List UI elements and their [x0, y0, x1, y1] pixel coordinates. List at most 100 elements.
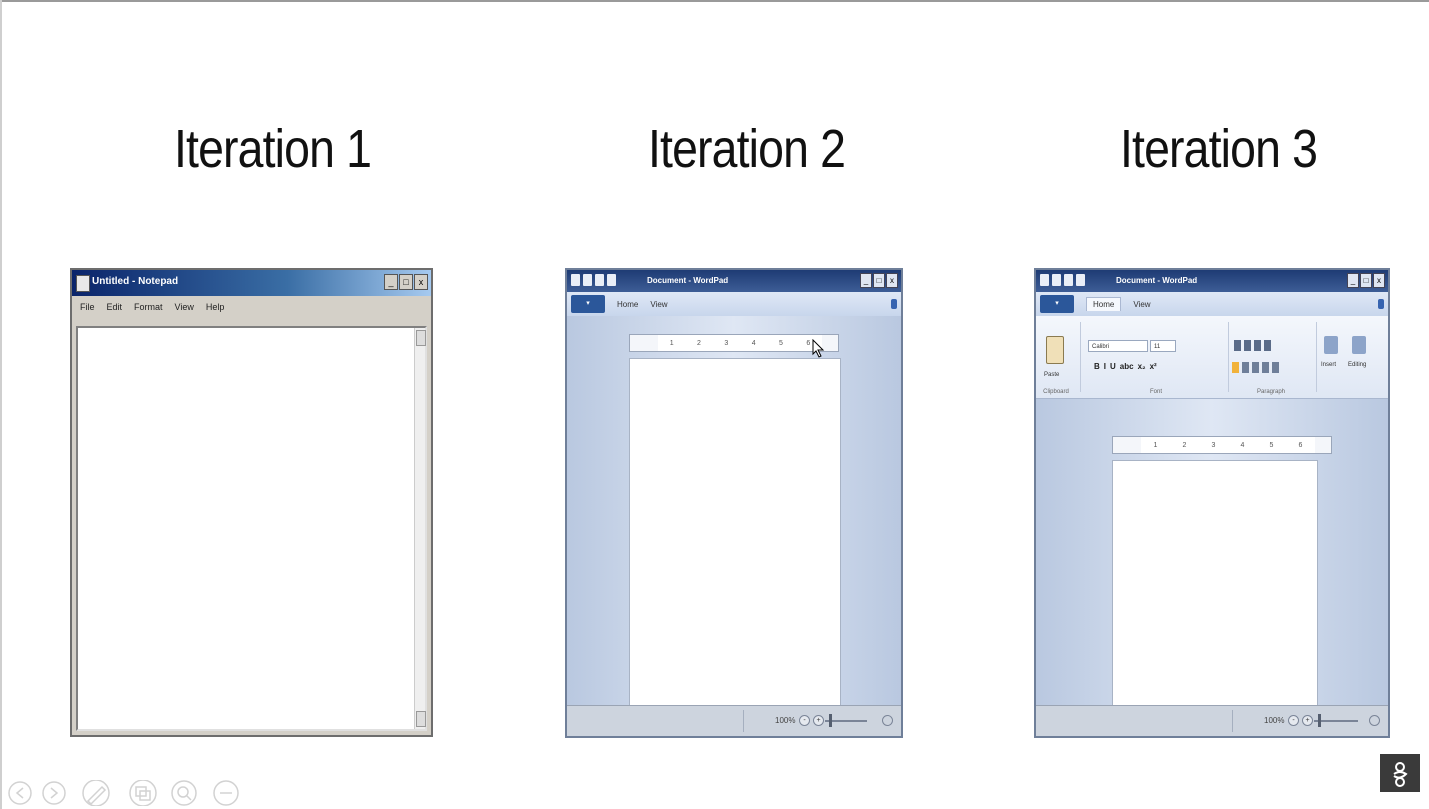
- tab-view[interactable]: View: [1133, 300, 1150, 309]
- wordpad3-titlebar[interactable]: Document - WordPad _ □ x: [1036, 270, 1388, 292]
- next-slide-icon[interactable]: [42, 781, 66, 805]
- help-icon[interactable]: [1378, 299, 1384, 309]
- paste-icon[interactable]: [1046, 336, 1064, 364]
- maximize-button[interactable]: □: [873, 273, 885, 288]
- increase-indent-icon[interactable]: [1244, 340, 1251, 351]
- app-icon: [1040, 274, 1049, 286]
- paragraph-icon[interactable]: [1272, 362, 1279, 373]
- zoom-icon[interactable]: [171, 780, 197, 806]
- save-icon[interactable]: [1052, 274, 1061, 286]
- justify-icon[interactable]: [1262, 362, 1269, 373]
- previous-slide-icon[interactable]: [8, 781, 32, 805]
- minimize-button[interactable]: _: [1347, 273, 1359, 288]
- pen-icon[interactable]: [82, 780, 110, 806]
- menu-help[interactable]: Help: [206, 302, 225, 312]
- underline-button[interactable]: U: [1110, 362, 1116, 371]
- line-spacing-icon[interactable]: [1264, 340, 1271, 351]
- scroll-up-arrow-icon[interactable]: [416, 330, 426, 346]
- minimize-button[interactable]: _: [384, 274, 398, 290]
- quick-access-toolbar: [571, 274, 616, 286]
- strikethrough-button[interactable]: abc: [1120, 362, 1134, 371]
- status-bar: 100% - +: [567, 705, 901, 736]
- editing-label: Editing: [1348, 362, 1367, 368]
- ruler-mark: 2: [697, 339, 701, 347]
- superscript-button[interactable]: x²: [1150, 362, 1157, 371]
- paragraph-group-label: Paragraph: [1256, 389, 1286, 395]
- font-size-dropdown[interactable]: 11: [1150, 340, 1176, 352]
- menu-edit[interactable]: Edit: [107, 302, 123, 312]
- notepad-menubar: File Edit Format View Help: [72, 296, 431, 318]
- align-left-icon[interactable]: [1232, 362, 1239, 373]
- zoom-in-button[interactable]: +: [1302, 715, 1313, 726]
- ruler-mark: 3: [724, 339, 729, 347]
- tab-view[interactable]: View: [650, 300, 667, 309]
- application-menu-button[interactable]: ▾: [571, 295, 605, 313]
- insert-icon[interactable]: [1324, 336, 1338, 354]
- tab-home[interactable]: Home: [1086, 297, 1122, 311]
- application-menu-button[interactable]: ▾: [1040, 295, 1074, 313]
- insert-label: Insert: [1321, 362, 1337, 368]
- resize-grip-icon[interactable]: [416, 711, 426, 727]
- undo-icon[interactable]: [595, 274, 604, 286]
- vertical-scrollbar[interactable]: [414, 328, 426, 729]
- decrease-indent-icon[interactable]: [1234, 340, 1241, 351]
- minimize-button[interactable]: _: [860, 273, 872, 288]
- zoom-fit-icon[interactable]: [882, 715, 893, 726]
- bold-button[interactable]: B: [1094, 362, 1100, 371]
- align-right-icon[interactable]: [1252, 362, 1259, 373]
- zoom-out-button[interactable]: -: [799, 715, 810, 726]
- ribbon-tabs: ▾ Home View: [567, 292, 901, 316]
- notepad-titlebar[interactable]: Untitled - Notepad _ □ x: [72, 270, 431, 296]
- maximize-button[interactable]: □: [399, 274, 413, 290]
- subscript-button[interactable]: x₂: [1138, 362, 1146, 371]
- ruler[interactable]: 1 2 3 4 5 6: [629, 334, 839, 352]
- slides-icon[interactable]: [129, 780, 157, 806]
- ruler-mark: 1: [669, 339, 674, 347]
- slideshow-controls: [8, 780, 239, 806]
- ribbon: Paste Clipboard Font Calibri 11 B I U ab…: [1036, 316, 1388, 399]
- editing-icon[interactable]: [1352, 336, 1366, 354]
- italic-button[interactable]: I: [1104, 362, 1106, 371]
- zoom-fit-icon[interactable]: [1369, 715, 1380, 726]
- redo-icon[interactable]: [607, 274, 616, 286]
- save-icon[interactable]: [583, 274, 592, 286]
- ruler[interactable]: 1 2 3 4 5 6: [1112, 436, 1332, 454]
- wordpad-window-iteration-3: Document - WordPad _ □ x ▾ Home View Pas…: [1034, 268, 1390, 738]
- zoom-in-button[interactable]: +: [813, 715, 824, 726]
- redo-icon[interactable]: [1076, 274, 1085, 286]
- menu-file[interactable]: File: [80, 302, 95, 312]
- document-page[interactable]: [1112, 460, 1318, 706]
- ruler-mark: 4: [751, 339, 756, 347]
- notepad-text-area[interactable]: [76, 326, 427, 731]
- close-button[interactable]: x: [414, 274, 428, 290]
- align-center-icon[interactable]: [1242, 362, 1249, 373]
- paste-label: Paste: [1044, 372, 1060, 378]
- maximize-button[interactable]: □: [1360, 273, 1372, 288]
- tab-home[interactable]: Home: [617, 300, 638, 309]
- clipboard-group: Paste Clipboard: [1036, 316, 1076, 398]
- undo-icon[interactable]: [1064, 274, 1073, 286]
- iteration-2-title: Iteration 2: [648, 119, 846, 179]
- font-family-dropdown[interactable]: Calibri: [1088, 340, 1148, 352]
- zoom-level: 100%: [1264, 716, 1285, 725]
- group-separator: [1228, 322, 1229, 392]
- zoom-slider-thumb[interactable]: [829, 714, 832, 727]
- wordpad2-titlebar[interactable]: Document - WordPad _ □ x: [567, 270, 901, 292]
- menu-view[interactable]: View: [175, 302, 194, 312]
- help-icon[interactable]: [891, 299, 897, 309]
- menu-format[interactable]: Format: [134, 302, 163, 312]
- clipboard-group-label: Clipboard: [1043, 389, 1069, 395]
- close-button[interactable]: x: [1373, 273, 1385, 288]
- wordpad2-window-title: Document - WordPad: [647, 276, 729, 285]
- close-button[interactable]: x: [886, 273, 898, 288]
- font-group-label: Font: [1149, 389, 1162, 395]
- ruler-mark: 1: [1153, 441, 1158, 449]
- more-options-icon[interactable]: [213, 780, 239, 806]
- zoom-out-button[interactable]: -: [1288, 715, 1299, 726]
- ribbon-tabs: ▾ Home View: [1036, 292, 1388, 316]
- zoom-slider-thumb[interactable]: [1318, 714, 1321, 727]
- font-group: Font: [1082, 316, 1230, 398]
- wordpad3-window-title: Document - WordPad: [1116, 276, 1198, 285]
- document-page[interactable]: [629, 358, 841, 706]
- bullets-icon[interactable]: [1254, 340, 1261, 351]
